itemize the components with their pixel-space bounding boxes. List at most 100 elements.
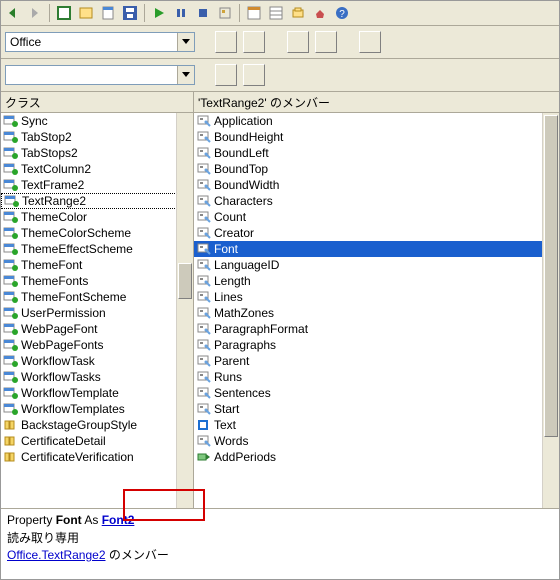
list-item[interactable]: CertificateDetail	[1, 433, 177, 449]
list-item[interactable]: TabStop2	[1, 129, 177, 145]
list-item[interactable]: MathZones	[194, 305, 543, 321]
list-item[interactable]: BackstageGroupStyle	[1, 417, 177, 433]
list-item[interactable]: TabStops2	[1, 145, 177, 161]
list-item[interactable]: Characters	[194, 193, 543, 209]
excel-icon[interactable]	[54, 3, 74, 23]
signature-type-link[interactable]: Font2	[102, 513, 135, 527]
readonly-label: 読み取り専用	[7, 529, 553, 546]
prop-icon	[196, 226, 212, 240]
toolbar: ?	[1, 1, 559, 26]
list-item-label: ThemeFont	[21, 258, 82, 272]
view-definition-button[interactable]	[315, 31, 337, 53]
list-item[interactable]: Application	[194, 113, 543, 129]
list-item[interactable]: CertificateVerification	[1, 449, 177, 465]
list-item[interactable]: Parent	[194, 353, 543, 369]
signature-prefix: Property	[7, 513, 56, 527]
prop-icon	[196, 322, 212, 336]
class-icon	[3, 210, 19, 224]
toolbar-separator	[239, 4, 240, 22]
list-item[interactable]: TextFrame2	[1, 177, 177, 193]
list-item[interactable]: Count	[194, 209, 543, 225]
classes-body: SyncTabStop2TabStops2TextColumn2TextFram…	[1, 113, 193, 508]
class-icon	[3, 130, 19, 144]
chevron-down-icon[interactable]	[177, 33, 194, 51]
list-item[interactable]: BoundHeight	[194, 129, 543, 145]
object-browser-icon[interactable]	[288, 3, 308, 23]
stop-icon[interactable]	[193, 3, 213, 23]
show-search-results-button[interactable]	[243, 64, 265, 86]
module-icon[interactable]	[98, 3, 118, 23]
design-icon[interactable]	[215, 3, 235, 23]
list-item[interactable]: WorkflowTask	[1, 353, 177, 369]
classes-scrollbar[interactable]	[176, 113, 193, 508]
save-icon[interactable]	[120, 3, 140, 23]
properties-icon[interactable]	[266, 3, 286, 23]
list-item[interactable]: WebPageFonts	[1, 337, 177, 353]
list-item[interactable]: Sync	[1, 113, 177, 129]
const-icon	[3, 434, 19, 448]
list-item[interactable]: ThemeFontScheme	[1, 289, 177, 305]
list-item[interactable]: Font	[194, 241, 543, 257]
list-item[interactable]: Creator	[194, 225, 543, 241]
list-item[interactable]: Lines	[194, 289, 543, 305]
nav-forward-button[interactable]	[243, 31, 265, 53]
list-item[interactable]: TextRange2	[1, 193, 177, 209]
list-item[interactable]: BoundLeft	[194, 145, 543, 161]
back-button[interactable]	[3, 3, 23, 23]
toolbox-icon[interactable]	[310, 3, 330, 23]
help-icon[interactable]: ?	[332, 3, 352, 23]
signature-name: Font	[56, 513, 82, 527]
search-button[interactable]	[215, 64, 237, 86]
classes-panel: クラス SyncTabStop2TabStops2TextColumn2Text…	[1, 92, 194, 508]
list-item[interactable]: BoundWidth	[194, 177, 543, 193]
list-item-label: BackstageGroupStyle	[21, 418, 137, 432]
list-item[interactable]: WebPageFont	[1, 321, 177, 337]
forward-button[interactable]	[25, 3, 45, 23]
list-item[interactable]: Length	[194, 273, 543, 289]
prop-icon	[196, 130, 212, 144]
library-icon[interactable]	[76, 3, 96, 23]
class-icon	[4, 194, 20, 208]
run-icon[interactable]	[149, 3, 169, 23]
nav-back-button[interactable]	[215, 31, 237, 53]
list-item[interactable]: ThemeColorScheme	[1, 225, 177, 241]
list-item[interactable]: WorkflowTemplates	[1, 401, 177, 417]
list-item-label: BoundTop	[214, 162, 268, 176]
project-explorer-icon[interactable]	[244, 3, 264, 23]
list-item[interactable]: WorkflowTasks	[1, 369, 177, 385]
list-item[interactable]: Paragraphs	[194, 337, 543, 353]
list-item[interactable]: BoundTop	[194, 161, 543, 177]
scrollbar-thumb[interactable]	[178, 263, 192, 299]
class-icon	[3, 306, 19, 320]
list-item[interactable]: ThemeEffectScheme	[1, 241, 177, 257]
classes-list[interactable]: SyncTabStop2TabStops2TextColumn2TextFram…	[1, 113, 177, 508]
list-item[interactable]: Runs	[194, 369, 543, 385]
copy-button[interactable]	[287, 31, 309, 53]
members-list[interactable]: ApplicationBoundHeightBoundLeftBoundTopB…	[194, 113, 543, 508]
list-item[interactable]: Text	[194, 417, 543, 433]
list-item[interactable]: ThemeFonts	[1, 273, 177, 289]
list-item[interactable]: Sentences	[194, 385, 543, 401]
class-icon	[3, 370, 19, 384]
library-combo[interactable]: Office	[5, 32, 195, 52]
list-item[interactable]: Start	[194, 401, 543, 417]
list-item[interactable]: ParagraphFormat	[194, 321, 543, 337]
list-item[interactable]: AddPeriods	[194, 449, 543, 465]
scrollbar-thumb[interactable]	[544, 115, 558, 437]
list-item[interactable]: WorkflowTemplate	[1, 385, 177, 401]
list-item-label: ParagraphFormat	[214, 322, 308, 336]
members-scrollbar[interactable]	[542, 113, 559, 508]
member-of-link[interactable]: Office.TextRange2	[7, 548, 106, 562]
pause-icon[interactable]	[171, 3, 191, 23]
list-item[interactable]: TextColumn2	[1, 161, 177, 177]
list-item-label: Text	[214, 418, 236, 432]
list-item[interactable]: ThemeColor	[1, 209, 177, 225]
class-icon	[3, 386, 19, 400]
list-item[interactable]: ThemeFont	[1, 257, 177, 273]
search-combo[interactable]	[5, 65, 195, 85]
chevron-down-icon[interactable]	[177, 66, 194, 84]
list-item[interactable]: Words	[194, 433, 543, 449]
list-item[interactable]: LanguageID	[194, 257, 543, 273]
list-item[interactable]: UserPermission	[1, 305, 177, 321]
help-button[interactable]	[359, 31, 381, 53]
